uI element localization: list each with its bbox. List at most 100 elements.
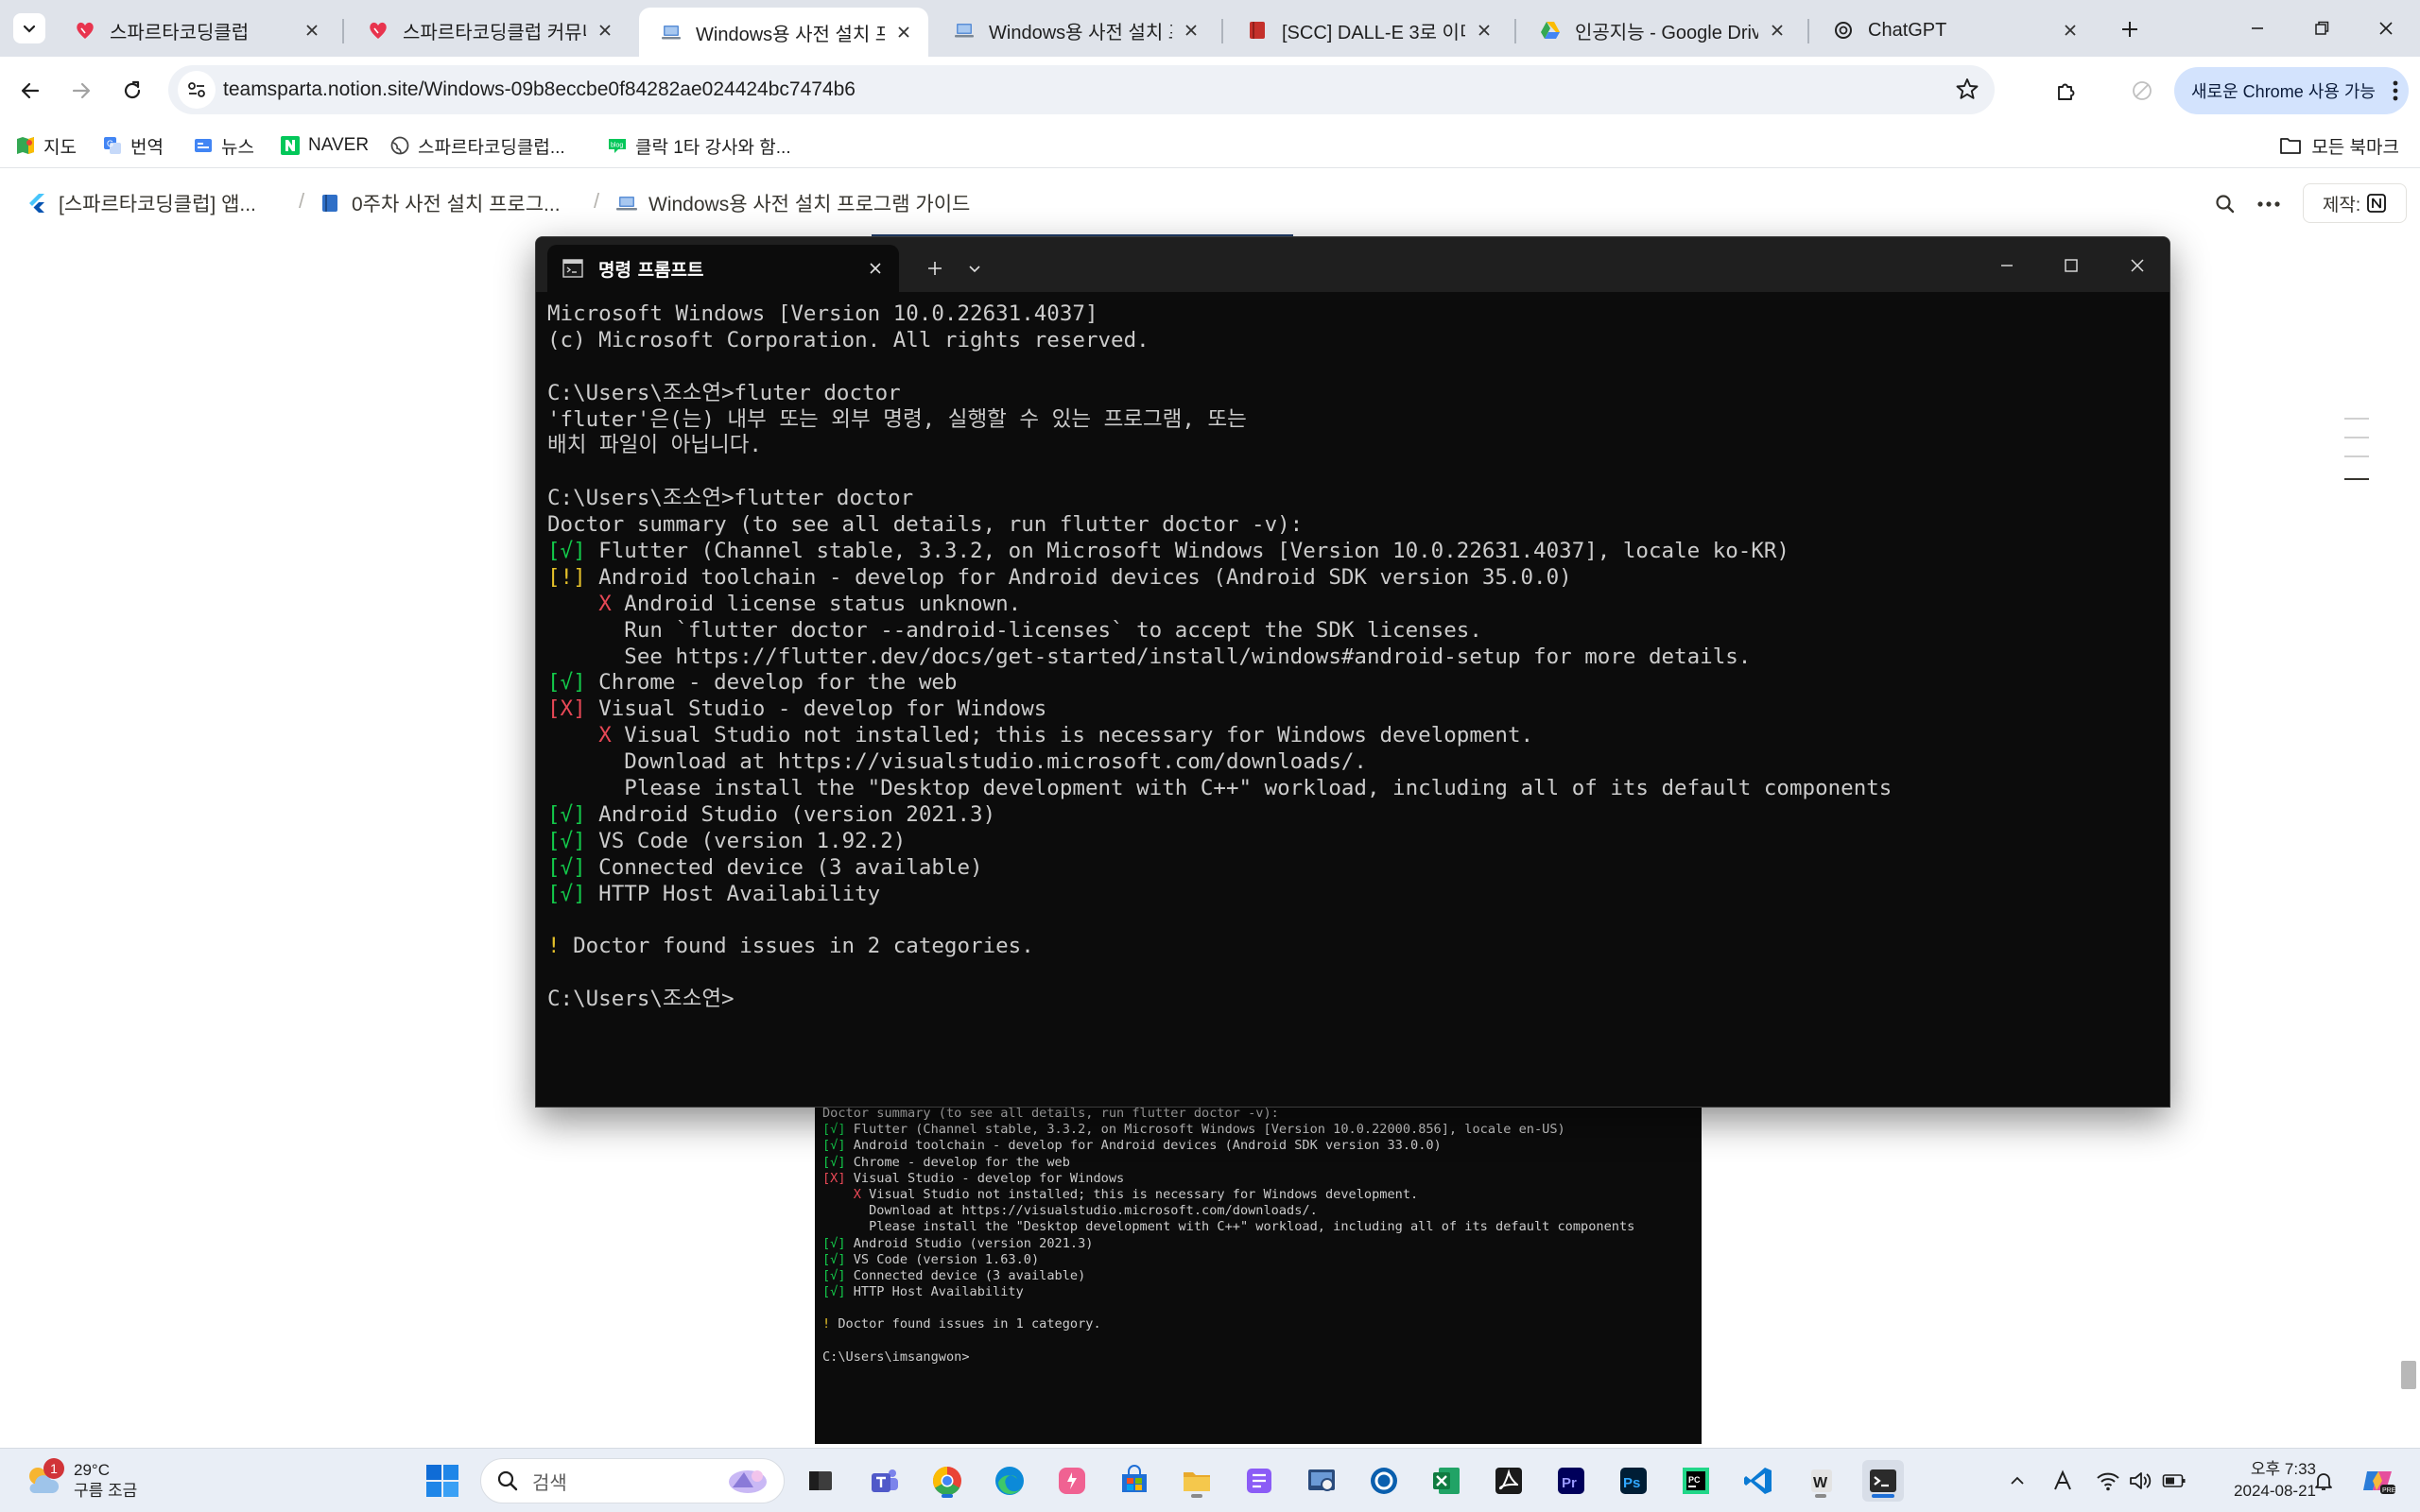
tray-notifications[interactable] xyxy=(2308,1466,2339,1496)
breadcrumb-item-1[interactable]: 0주차 사전 설치 프로그... xyxy=(318,189,561,217)
browser-tab-4[interactable]: [SCC] DALL-E 3로 이미지 xyxy=(1225,8,1509,53)
tray-copilot[interactable]: PRE xyxy=(2358,1462,2399,1500)
taskbar-app-photoshop[interactable]: Ps xyxy=(1613,1460,1654,1502)
terminal-output[interactable]: Microsoft Windows [Version 10.0.22631.40… xyxy=(547,301,2169,1107)
output-segment: Android Studio (version 2021.3) xyxy=(585,801,996,827)
close-tab-icon[interactable] xyxy=(301,19,323,42)
extensions-button[interactable] xyxy=(2048,72,2085,110)
taskbar-search-box[interactable]: 검색 xyxy=(480,1458,785,1503)
taskbar-app-premiere[interactable]: Pr xyxy=(1550,1460,1592,1502)
terminal-tab[interactable]: 명령 프롬프트 xyxy=(547,245,899,292)
taskbar-app-notepad[interactable] xyxy=(1238,1460,1280,1502)
close-tab-icon[interactable] xyxy=(892,21,915,43)
close-tab-icon[interactable] xyxy=(2059,19,2082,42)
browser-tab-6[interactable]: ChatGPT xyxy=(1811,8,2095,53)
maximize-icon xyxy=(2063,257,2080,274)
forward-button[interactable] xyxy=(62,72,100,110)
start-button[interactable] xyxy=(424,1462,461,1500)
page-scrollbar-thumb[interactable] xyxy=(2401,1361,2416,1389)
taskbar-app-edge[interactable] xyxy=(989,1460,1030,1502)
weather-widget[interactable]: 29°C 구름 조금 1 xyxy=(23,1456,137,1505)
close-tab-icon[interactable] xyxy=(1473,19,1495,42)
taskbar-app-acrobat[interactable] xyxy=(1488,1460,1530,1502)
taskbar-app-chrome[interactable] xyxy=(926,1460,968,1502)
bookmark-sparta[interactable]: 스파르타코딩클럽... xyxy=(389,130,565,161)
tab-search-button[interactable] xyxy=(13,13,45,43)
minimize-window-button[interactable] xyxy=(2233,9,2282,47)
close-window-button[interactable] xyxy=(2361,9,2411,47)
terminal-minimize-button[interactable] xyxy=(1979,247,2035,284)
browser-tab-2-active[interactable]: Windows용 사전 설치 프 xyxy=(639,8,928,57)
plus-icon xyxy=(925,259,944,278)
reload-button[interactable] xyxy=(113,72,151,110)
close-tab-icon[interactable] xyxy=(861,254,890,283)
bookmark-label: 뉴스 xyxy=(221,137,254,158)
breadcrumb-item-2[interactable]: Windows용 사전 설치 프로그램 가이드 xyxy=(614,189,970,217)
site-info-button[interactable] xyxy=(178,71,216,109)
taskbar-app-copilot[interactable] xyxy=(1051,1460,1093,1502)
all-bookmarks-button[interactable]: 모든 북마크 xyxy=(2279,130,2399,161)
terminal-line: [√] Chrome - develop for the web xyxy=(547,670,2169,696)
taskbar-app-vscode[interactable] xyxy=(1737,1460,1779,1502)
tray-input-method[interactable] xyxy=(2048,1466,2078,1496)
browser-tab-0[interactable]: 스파르타코딩클럽 xyxy=(53,8,337,53)
bookmark-translate[interactable]: G 번역 xyxy=(102,130,164,161)
bookmark-blog[interactable]: blog 클락 1타 강사와 함... xyxy=(607,130,791,161)
taskbar-app-excel[interactable] xyxy=(1426,1460,1467,1502)
taskbar-app-control-panel[interactable] xyxy=(1301,1460,1342,1502)
screenshot-line: [√] Android Studio (version 2021.3) xyxy=(822,1236,1702,1252)
terminal-dropdown-button[interactable] xyxy=(958,252,992,284)
browser-tab-3[interactable]: Windows용 사전 설치 프 xyxy=(932,8,1216,53)
notion-search-button[interactable] xyxy=(2206,185,2244,223)
terminal-titlebar[interactable]: 명령 프롬프트 xyxy=(536,237,2169,292)
breadcrumb-item-0[interactable]: [스파르타코딩클럽] 앱... xyxy=(25,189,256,217)
bookmark-news[interactable]: 뉴스 xyxy=(193,130,254,161)
terminal-maximize-button[interactable] xyxy=(2043,247,2100,284)
tray-volume[interactable] xyxy=(2125,1466,2155,1496)
close-tab-icon[interactable] xyxy=(1766,19,1789,42)
restore-window-button[interactable] xyxy=(2297,9,2346,47)
terminal-new-tab-button[interactable] xyxy=(916,252,954,284)
flutter-icon xyxy=(25,191,49,215)
tray-battery[interactable] xyxy=(2159,1466,2189,1496)
browser-tab-5[interactable]: 인공지능 - Google Drive xyxy=(1518,8,1802,53)
toc-marker[interactable] xyxy=(2344,455,2369,457)
taskbar-app-word[interactable]: W xyxy=(1800,1460,1841,1502)
taskbar-app-teams[interactable] xyxy=(864,1460,906,1502)
bookmark-naver[interactable]: NAVER xyxy=(280,130,369,161)
taskbar-clock[interactable]: 오후 7:33 2024-08-21 xyxy=(2203,1458,2316,1502)
taskbar-app-store[interactable] xyxy=(1114,1460,1155,1502)
taskbar-app-explorer[interactable] xyxy=(1176,1460,1218,1502)
profile-button[interactable] xyxy=(2123,72,2161,110)
close-tab-icon[interactable] xyxy=(1180,19,1202,42)
search-highlight-icon xyxy=(716,1465,772,1497)
minimize-icon xyxy=(1998,257,2015,274)
toc-marker[interactable] xyxy=(2344,418,2369,420)
new-tab-button[interactable] xyxy=(2114,13,2146,45)
terminal-line: C:\Users\조소연> xyxy=(547,987,2169,1013)
chrome-update-button[interactable]: 새로운 Chrome 사용 가능 xyxy=(2174,67,2409,114)
toc-marker[interactable] xyxy=(2344,437,2369,438)
bookmark-maps[interactable]: 지도 xyxy=(15,130,77,161)
made-with-notion-button[interactable]: 제작: xyxy=(2303,183,2407,223)
toc-marker-active[interactable] xyxy=(2344,478,2369,480)
taskbar-app-explorer-dark[interactable] xyxy=(800,1460,841,1502)
terminal-close-button[interactable] xyxy=(2109,247,2166,284)
taskbar-app-terminal[interactable] xyxy=(1862,1460,1904,1502)
address-bar[interactable]: teamsparta.notion.site/Windows-09b8eccbe… xyxy=(168,65,1995,114)
tray-overflow-button[interactable] xyxy=(2002,1466,2032,1496)
bookmark-star-icon[interactable] xyxy=(1955,77,1979,101)
word-icon: W xyxy=(1804,1464,1838,1498)
notion-more-button[interactable] xyxy=(2250,185,2288,223)
command-prompt-window[interactable]: 명령 프롬프트 Microsoft Windows [Version 10.0.… xyxy=(535,236,2170,1108)
tray-network[interactable] xyxy=(2093,1466,2123,1496)
close-tab-icon[interactable] xyxy=(594,19,616,42)
browser-tab-1[interactable]: 스파르타코딩클럽 커뮤니 xyxy=(346,8,630,53)
taskbar-app-pycharm[interactable]: PC xyxy=(1675,1460,1717,1502)
url-text[interactable]: teamsparta.notion.site/Windows-09b8eccbe… xyxy=(223,78,856,101)
terminal-line: X Visual Studio not installed; this is n… xyxy=(547,723,2169,749)
back-button[interactable] xyxy=(11,72,49,110)
taskbar-app-media[interactable] xyxy=(1363,1460,1405,1502)
active-indicator xyxy=(1872,1494,1894,1498)
